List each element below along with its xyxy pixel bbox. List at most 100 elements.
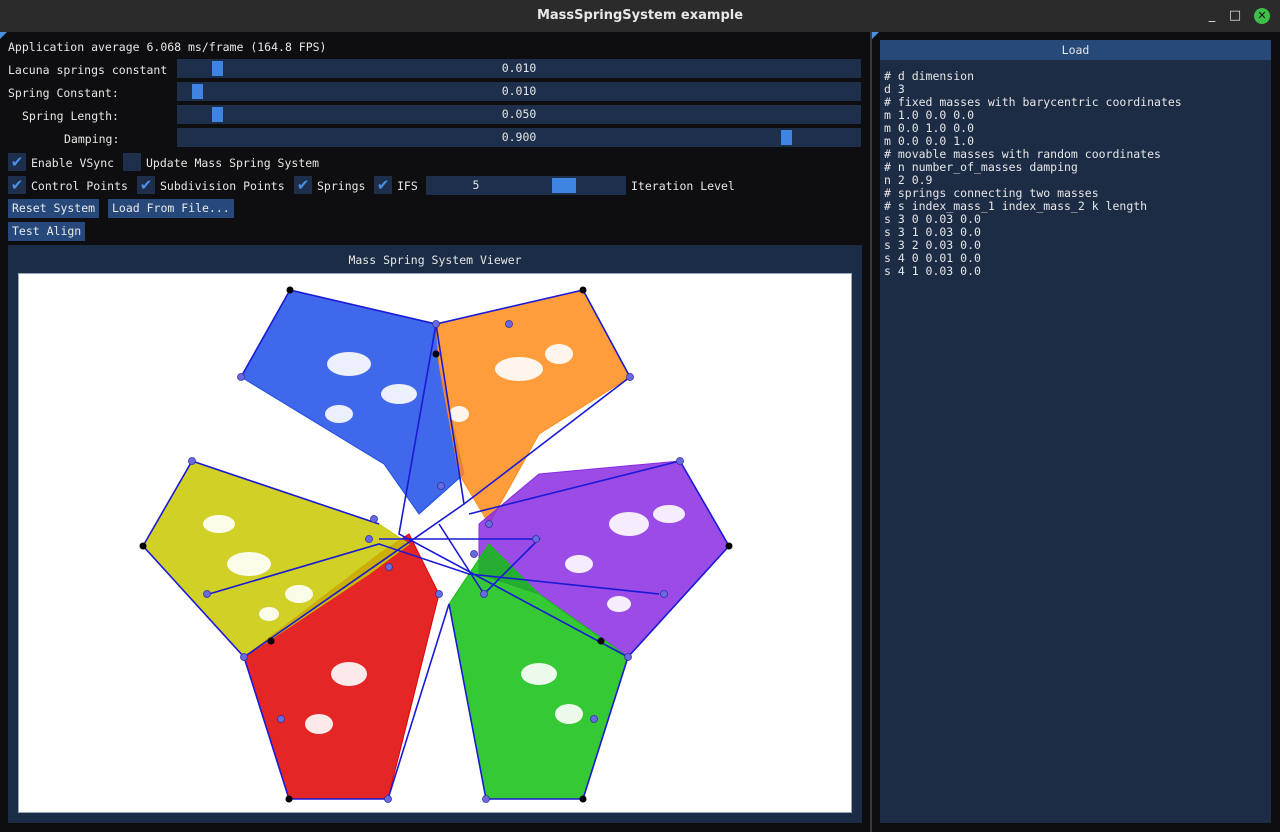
checkmark-icon: ✔	[376, 176, 390, 194]
checkmark-icon: ✔	[10, 153, 24, 171]
ifs-label: IFS	[397, 179, 418, 193]
lacuna-hole	[449, 406, 469, 422]
subdivision-point	[485, 520, 493, 528]
load-from-file-button[interactable]: Load From File...	[108, 199, 234, 218]
vsync-checkbox[interactable]: ✔	[8, 153, 26, 171]
subdivision-point	[470, 550, 478, 558]
panel-resize-corner[interactable]	[0, 32, 7, 39]
lacuna-hole	[227, 552, 271, 576]
lacuna-hole	[565, 555, 593, 573]
subdivision-point	[482, 795, 490, 803]
mass-spring-viewer: Mass Spring System Viewer	[8, 245, 862, 823]
subdivision-point	[384, 795, 392, 803]
lacuna-hole	[285, 585, 313, 603]
subdivision-point	[188, 457, 196, 465]
lacuna-hole	[607, 596, 631, 612]
fps-readout: Application average 6.068 ms/frame (164.…	[8, 40, 327, 54]
lacuna-hole	[381, 384, 417, 404]
lacuna-hole	[203, 515, 235, 533]
load-panel: Load # d dimension d 3 # fixed masses with…	[872, 32, 1280, 832]
control-point	[597, 637, 605, 645]
lacuna-hole	[327, 352, 371, 376]
ifs-checkbox[interactable]: ✔	[374, 176, 392, 194]
control-point	[432, 350, 440, 358]
control-point	[725, 542, 733, 550]
subdivision-points-label: Subdivision Points	[160, 179, 285, 193]
iteration-level-slider[interactable]: 5	[426, 176, 626, 195]
subdivision-point	[365, 535, 373, 543]
subdivision-point	[505, 320, 513, 328]
subdivision-point	[385, 563, 393, 571]
spring-length-slider[interactable]: 0.050	[177, 105, 861, 124]
subdivision-point	[624, 653, 632, 661]
control-points-checkbox[interactable]: ✔	[8, 176, 26, 194]
minimize-icon[interactable]: _	[1204, 8, 1220, 24]
lacuna-hole	[495, 357, 543, 381]
slider-value: 0.010	[501, 61, 537, 75]
control-point	[285, 795, 293, 803]
slider-grab[interactable]	[552, 178, 576, 193]
lacuna-springs-slider[interactable]: 0.010	[177, 59, 861, 78]
subdivision-point	[432, 320, 440, 328]
lacuna-hole	[653, 505, 685, 523]
lacuna-hole	[325, 405, 353, 423]
slider-value: 0.010	[501, 84, 537, 98]
lacuna-hole	[609, 512, 649, 536]
springs-checkbox[interactable]: ✔	[294, 176, 312, 194]
subdivision-point	[370, 515, 378, 523]
subdivision-point	[277, 715, 285, 723]
checkmark-icon: ✔	[10, 176, 24, 194]
spring-constant-slider[interactable]: 0.010	[177, 82, 861, 101]
lacuna-hole	[259, 607, 279, 621]
control-point	[139, 542, 147, 550]
damping-label: Damping:	[64, 132, 120, 146]
subdivision-point	[480, 590, 488, 598]
update-mass-spring-label: Update Mass Spring System	[146, 156, 320, 170]
panel-resize-corner[interactable]	[872, 32, 879, 39]
control-point	[267, 637, 275, 645]
damping-slider[interactable]: 0.900	[177, 128, 861, 147]
lacuna-hole	[305, 714, 333, 734]
lacuna-hole	[331, 662, 367, 686]
test-align-button[interactable]: Test Align	[8, 222, 86, 241]
lacuna-springs-label: Lacuna springs constant	[8, 63, 168, 77]
controls-panel: Application average 6.068 ms/frame (164.…	[0, 32, 870, 832]
springs-label: Springs	[317, 179, 366, 193]
slider-value: 0.050	[501, 107, 537, 121]
control-point	[579, 286, 587, 294]
control-point	[579, 795, 587, 803]
subdivision-point	[435, 590, 443, 598]
subdivision-points-checkbox[interactable]: ✔	[137, 176, 155, 194]
subdivision-point	[437, 482, 445, 490]
subdivision-point	[532, 535, 540, 543]
subdivision-point	[626, 373, 634, 381]
window-title: MassSpringSystem example	[536, 8, 744, 23]
load-text-line: s 4 1 0.03 0.0	[884, 264, 981, 278]
close-icon[interactable]: ✕	[1254, 8, 1270, 24]
slider-value: 0.900	[501, 130, 537, 144]
load-text-line: # d dimension	[884, 69, 975, 83]
ifs-fractal-drawing	[139, 286, 733, 803]
subdivision-point	[676, 457, 684, 465]
subdivision-point	[237, 373, 245, 381]
window-titlebar: MassSpringSystem example _ □ ✕	[0, 0, 1280, 33]
blue-lobe	[240, 289, 465, 515]
vsync-label: Enable VSync	[31, 156, 115, 170]
reset-system-button[interactable]: Reset System	[8, 199, 100, 218]
control-point	[286, 286, 294, 294]
maximize-icon[interactable]: □	[1227, 8, 1243, 24]
lacuna-hole	[521, 663, 557, 685]
lacuna-hole	[545, 344, 573, 364]
spring-length-label: Spring Length:	[22, 109, 119, 123]
load-text-area[interactable]: # d dimension d 3 # fixed masses with bary…	[884, 70, 1182, 278]
lacuna-hole	[555, 704, 583, 724]
spring-constant-label: Spring Constant:	[8, 86, 119, 100]
iteration-level-label: Iteration Level	[631, 179, 735, 193]
subdivision-point	[203, 590, 211, 598]
viewer-canvas[interactable]	[18, 273, 852, 813]
tab-load[interactable]: Load	[880, 40, 1271, 60]
subdivision-point	[590, 715, 598, 723]
control-points-label: Control Points	[31, 179, 128, 193]
update-mass-spring-checkbox[interactable]: ✔	[123, 153, 141, 171]
load-panel-body: Load # d dimension d 3 # fixed masses with…	[880, 40, 1271, 823]
